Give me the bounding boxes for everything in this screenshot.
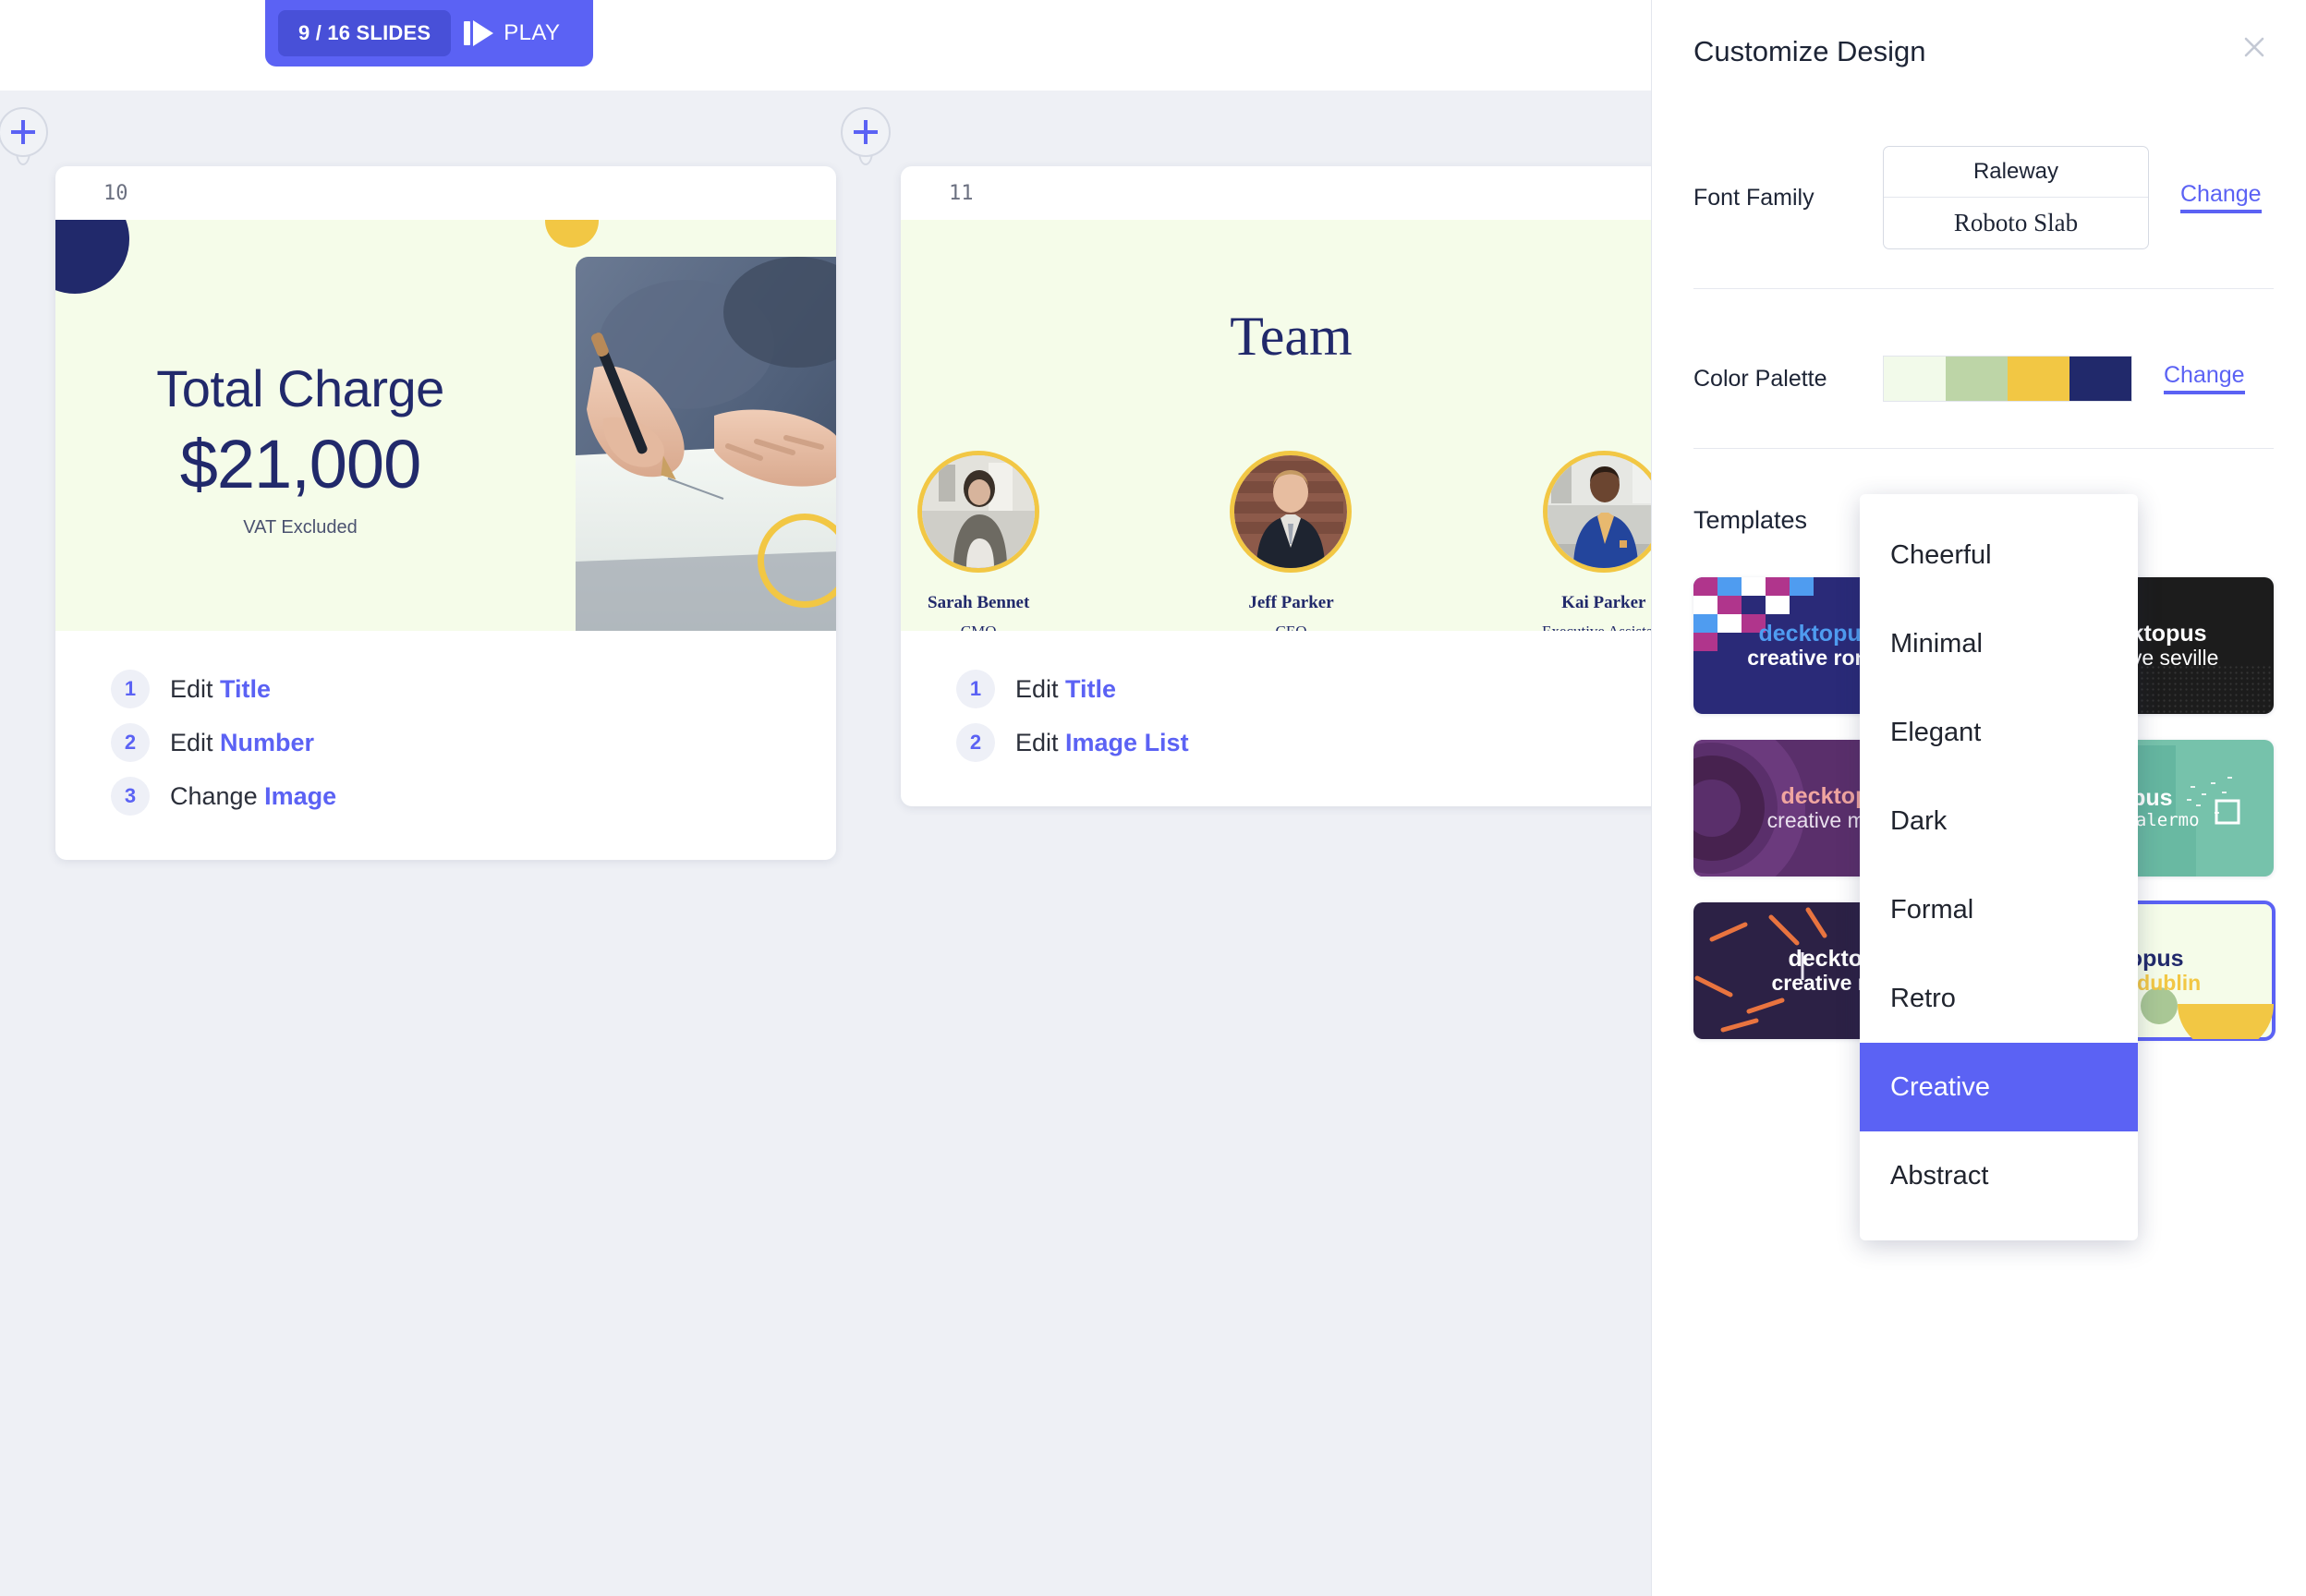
slide-canvas: 9 / 16 SLIDES PLAY 10 Total Charge $21,0…: [0, 0, 1681, 1596]
team-member: Jeff Parker CEO: [1213, 451, 1368, 631]
step-row[interactable]: 3 Change Image: [111, 769, 836, 823]
change-font-button[interactable]: Change: [2180, 182, 2262, 213]
team-member-list: Sarah Bennet CMO: [901, 451, 1681, 631]
team-member-name: Jeff Parker: [1248, 593, 1334, 612]
decor-navy-circle: [55, 220, 129, 294]
dropdown-item-dark[interactable]: Dark: [1860, 777, 2138, 865]
avatar: [1230, 451, 1353, 573]
plus-icon: [854, 120, 878, 144]
step-row[interactable]: 2 Edit Image List: [956, 716, 1681, 769]
step-label: Edit Number: [170, 728, 315, 756]
palette-swatch-3: [2008, 357, 2069, 401]
slide-10-title: Total Charge: [156, 359, 444, 417]
template-brand: decktopus: [1758, 621, 1875, 647]
palette-swatch-4: [2069, 357, 2131, 401]
panel-title: Customize Design: [1693, 35, 1926, 67]
team-member-role: CMO: [901, 623, 1056, 631]
color-palette-swatches[interactable]: [1883, 356, 2132, 402]
step-label: Edit Title: [1015, 674, 1117, 703]
step-number: 2: [111, 723, 150, 762]
avatar-photo-sarah: [922, 455, 1036, 568]
pin-bulb: [841, 107, 891, 157]
play-button[interactable]: PLAY: [464, 20, 560, 46]
step-row[interactable]: 2 Edit Number: [111, 716, 836, 769]
step-number: 2: [956, 723, 995, 762]
font-family-row: Font Family Raleway Roboto Slab Change: [1693, 146, 2271, 249]
canvas-header-strip: [0, 0, 1651, 91]
divider: [1693, 288, 2274, 289]
slide-preview-10[interactable]: Total Charge $21,000 VAT Excluded: [55, 220, 836, 631]
dropdown-item-creative[interactable]: Creative: [1860, 1043, 2138, 1131]
color-palette-row: Color Palette Change: [1693, 353, 2271, 405]
slide-11-steps: 1 Edit Title 2 Edit Image List: [901, 631, 1681, 806]
step-number: 3: [111, 777, 150, 816]
avatar: [917, 451, 1040, 573]
avatar: [1542, 451, 1665, 573]
avatar-photo-jeff: [1234, 455, 1348, 568]
slide-10-amount: $21,000: [179, 426, 422, 502]
dropdown-item-elegant[interactable]: Elegant: [1860, 688, 2138, 777]
team-member-name: Sarah Bennet: [928, 593, 1030, 612]
slide-number-10: 10: [103, 181, 128, 205]
step-label: Change Image: [170, 781, 337, 810]
font-secondary-value: Roboto Slab: [1953, 209, 2079, 236]
add-slide-button-left[interactable]: [0, 107, 48, 165]
dropdown-item-retro[interactable]: Retro: [1860, 954, 2138, 1043]
template-style-dropdown: Cheerful Minimal Elegant Dark Formal Ret…: [1860, 494, 2138, 1240]
slide-number-11: 11: [949, 181, 974, 205]
slide-10-steps: 1 Edit Title 2 Edit Number 3 Change Imag…: [55, 631, 836, 860]
step-number: 1: [111, 670, 150, 708]
app-root: 9 / 16 SLIDES PLAY 10 Total Charge $21,0…: [0, 0, 2306, 1596]
plus-icon: [11, 120, 35, 144]
play-icon: [464, 20, 494, 46]
slide-card-10[interactable]: 10 Total Charge $21,000 VAT Excluded 1 E…: [55, 166, 836, 860]
slide-card-11[interactable]: 11 Team Sarah Bennet Jeff Parker Kai Par…: [901, 166, 1681, 806]
avatar-photo-kai: [1547, 455, 1660, 568]
step-number: 1: [956, 670, 995, 708]
team-member: Sarah Bennet CMO: [901, 451, 1056, 631]
dropdown-item-minimal[interactable]: Minimal: [1860, 599, 2138, 688]
add-slide-button-right[interactable]: [841, 107, 891, 165]
presentation-toolbar: 9 / 16 SLIDES PLAY: [265, 0, 593, 66]
slide-preview-11[interactable]: Team Sarah Bennet Jeff Parker Kai Parker: [901, 220, 1681, 631]
pin-bulb: [0, 107, 48, 157]
play-button-label: PLAY: [504, 20, 561, 45]
dropdown-item-cheerful[interactable]: Cheerful: [1860, 511, 2138, 599]
color-palette-label: Color Palette: [1693, 365, 1827, 392]
font-primary-value: Raleway: [1884, 147, 2148, 198]
palette-swatch-1: [1884, 357, 1946, 401]
step-row[interactable]: 1 Edit Title: [111, 662, 836, 716]
font-family-preview[interactable]: Raleway Roboto Slab: [1883, 146, 2149, 249]
templates-label: Templates: [1693, 506, 1808, 534]
font-family-label: Font Family: [1693, 184, 1814, 211]
close-icon[interactable]: [2238, 30, 2271, 64]
decor-yellow-circle: [545, 220, 599, 248]
palette-swatch-2: [1946, 357, 2008, 401]
step-label: Edit Image List: [1015, 728, 1189, 756]
slide-10-caption: VAT Excluded: [243, 517, 358, 538]
step-row[interactable]: 1 Edit Title: [956, 662, 1681, 716]
divider: [1693, 448, 2274, 449]
change-palette-button[interactable]: Change: [2164, 363, 2245, 394]
step-label: Edit Title: [170, 674, 272, 703]
dropdown-item-abstract[interactable]: Abstract: [1860, 1131, 2138, 1220]
dropdown-item-formal[interactable]: Formal: [1860, 865, 2138, 954]
team-member-role: CEO: [1213, 623, 1368, 631]
slide-counter[interactable]: 9 / 16 SLIDES: [278, 10, 452, 56]
slide-11-title: Team: [1230, 306, 1353, 367]
